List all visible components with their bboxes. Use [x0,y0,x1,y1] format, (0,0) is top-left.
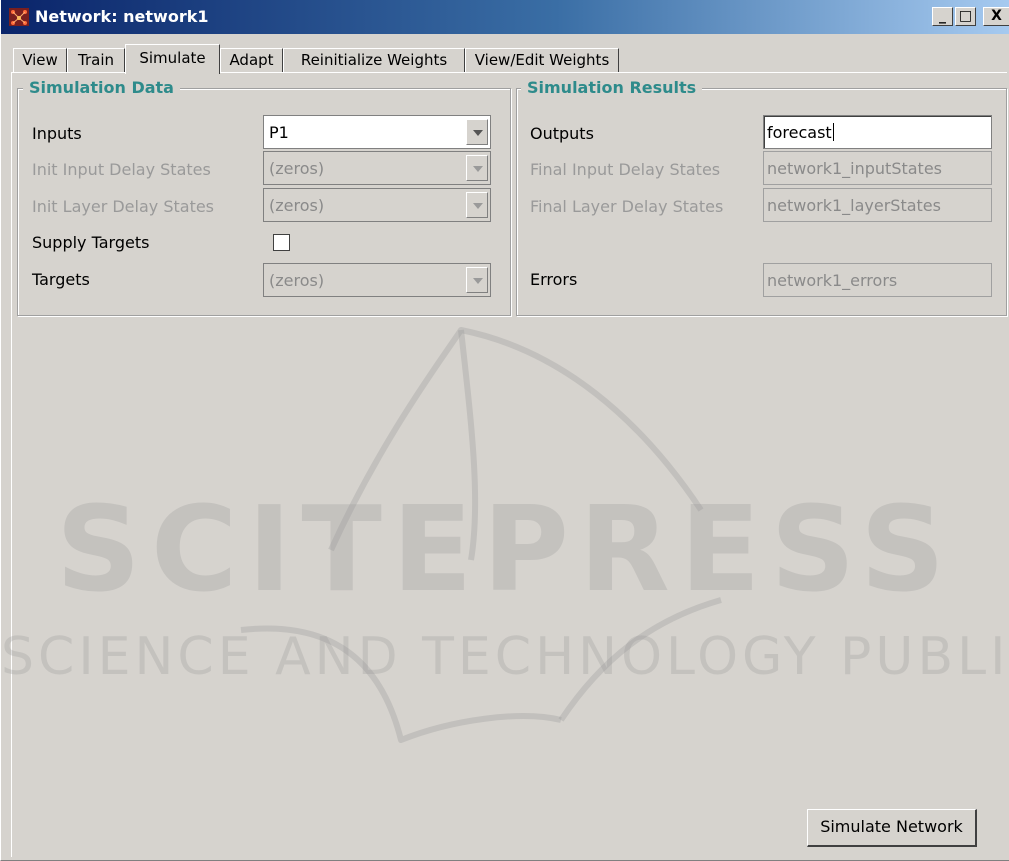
tab-label: Train [78,51,114,69]
tab-simulate[interactable]: Simulate [125,44,220,74]
targets-dropdown-button[interactable] [466,267,488,293]
errors-value: network1_errors [767,271,898,290]
tab-view-edit-weights[interactable]: View/Edit Weights [465,48,619,73]
inputs-dropdown-button[interactable] [466,119,488,145]
final-input-delay-label: Final Input Delay States [530,160,721,179]
tab-adapt[interactable]: Adapt [220,48,283,73]
tab-label: Simulate [139,49,206,67]
final-input-delay-field[interactable]: network1_inputStates [763,151,992,185]
window-title: Network: network1 [35,7,209,26]
close-button[interactable]: X [983,7,1009,26]
outputs-input[interactable]: forecast [763,115,992,149]
targets-value: (zeros) [269,271,325,290]
chevron-down-icon [473,166,483,172]
chevron-down-icon [473,203,483,209]
title-bar[interactable]: Network: network1 _ □ X [1,0,1009,34]
minimize-button[interactable]: _ [932,7,953,26]
targets-label: Targets [32,270,90,289]
targets-select[interactable]: (zeros) [263,263,491,297]
init-input-delay-select[interactable]: (zeros) [263,151,491,185]
supply-targets-label: Supply Targets [32,233,150,252]
chevron-down-icon [473,278,483,284]
tab-label: Reinitialize Weights [300,51,448,69]
init-input-delay-dropdown-button[interactable] [466,155,488,181]
init-input-delay-value: (zeros) [269,159,325,178]
simulation-data-title: Simulation Data [23,78,180,97]
tab-reinitialize-weights[interactable]: Reinitialize Weights [283,48,465,73]
init-layer-delay-label: Init Layer Delay States [32,197,215,216]
tab-label: View [22,51,58,69]
supply-targets-checkbox[interactable] [273,234,290,251]
maximize-button[interactable]: □ [955,7,976,26]
outputs-label: Outputs [530,124,594,143]
final-input-delay-value: network1_inputStates [767,159,942,178]
tab-label: View/Edit Weights [474,51,610,69]
inputs-select[interactable]: P1 [263,115,491,149]
init-input-delay-label: Init Input Delay States [32,160,211,179]
tab-strip: View Train Simulate Adapt Reinitialize W… [13,44,1003,74]
final-layer-delay-value: network1_layerStates [767,196,941,215]
close-icon: X [991,8,1002,24]
init-layer-delay-select[interactable]: (zeros) [263,188,491,222]
text-caret [832,123,834,141]
network-window: Network: network1 _ □ X View Train Simul… [0,0,1009,861]
chevron-down-icon [473,130,483,136]
inputs-label: Inputs [32,124,82,143]
outputs-value: forecast [767,123,834,142]
final-layer-delay-field[interactable]: network1_layerStates [763,188,992,222]
errors-label: Errors [530,270,578,289]
errors-field[interactable]: network1_errors [763,263,992,297]
maximize-icon: □ [958,8,973,24]
network-app-icon [9,8,29,26]
inputs-value: P1 [269,123,289,142]
init-layer-delay-dropdown-button[interactable] [466,192,488,218]
init-layer-delay-value: (zeros) [269,196,325,215]
simulation-results-title: Simulation Results [521,78,703,97]
outputs-text: forecast [767,123,832,142]
tab-view[interactable]: View [13,48,67,73]
tab-label: Adapt [229,51,274,69]
tab-train[interactable]: Train [67,48,125,73]
final-layer-delay-label: Final Layer Delay States [530,197,724,216]
minimize-icon: _ [939,8,946,24]
simulate-network-button[interactable]: Simulate Network [807,809,977,847]
